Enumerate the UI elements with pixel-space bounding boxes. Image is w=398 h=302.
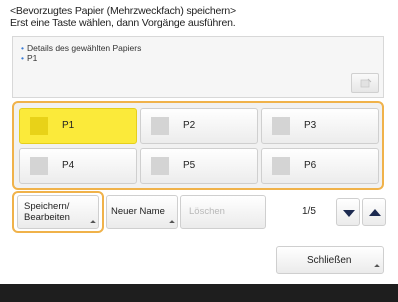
new-name-label: Neuer Name <box>111 206 165 217</box>
paper-selection-frame: P1 P2 P3 P4 P5 P6 <box>12 101 384 190</box>
paper-label: P6 <box>304 160 317 171</box>
save-edit-button[interactable]: Speichern/ Bearbeiten <box>17 195 99 229</box>
paper-button-p6[interactable]: P6 <box>261 148 379 184</box>
paper-button-p4[interactable]: P4 <box>19 148 137 184</box>
paper-label: P3 <box>304 120 317 131</box>
paper-label: P1 <box>62 120 75 131</box>
page-up-button[interactable] <box>362 198 386 226</box>
details-expand-button[interactable] <box>351 73 379 93</box>
screen-title: <Bevorzugtes Papier (Mehrzweckfach) spei… <box>10 5 236 17</box>
details-value: P1 <box>26 53 38 63</box>
page-indicator: 1/5 <box>302 206 316 217</box>
paper-swatch-icon <box>30 157 48 175</box>
paper-button-p1[interactable]: P1 <box>19 108 137 144</box>
bullet-icon: • <box>21 53 24 63</box>
details-panel: • Details des gewählten Papiers • P1 <box>12 36 384 98</box>
paper-label: P4 <box>62 160 75 171</box>
close-button[interactable]: Schließen <box>276 246 384 274</box>
delete-button[interactable]: Löschen <box>180 195 266 229</box>
details-value-row: • P1 <box>21 53 37 63</box>
status-bar <box>0 284 398 302</box>
instruction-text: Erst eine Taste wählen, dann Vorgänge au… <box>10 17 236 29</box>
arrow-down-icon <box>343 210 355 217</box>
paper-detail-icon <box>360 78 372 88</box>
save-edit-label: Speichern/ Bearbeiten <box>24 201 70 223</box>
paper-button-p5[interactable]: P5 <box>140 148 258 184</box>
paper-label: P2 <box>183 120 196 131</box>
paper-swatch-icon <box>272 117 290 135</box>
delete-label: Löschen <box>189 206 225 217</box>
page-down-button[interactable] <box>336 198 360 226</box>
paper-label: P5 <box>183 160 196 171</box>
new-name-button[interactable]: Neuer Name <box>106 195 178 229</box>
paper-swatch-icon <box>272 157 290 175</box>
paper-swatch-icon <box>151 157 169 175</box>
paper-button-p3[interactable]: P3 <box>261 108 379 144</box>
header: <Bevorzugtes Papier (Mehrzweckfach) spei… <box>10 5 390 29</box>
save-edit-label-line1: Speichern/ <box>24 201 70 212</box>
arrow-up-icon <box>369 209 381 216</box>
paper-swatch-icon <box>30 117 48 135</box>
paper-button-p2[interactable]: P2 <box>140 108 258 144</box>
submenu-arrow-icon <box>374 264 380 270</box>
details-label: Details des gewählten Papiers <box>26 43 142 53</box>
save-edit-label-line2: Bearbeiten <box>24 212 70 223</box>
paper-swatch-icon <box>151 117 169 135</box>
bullet-icon: • <box>21 43 24 53</box>
save-edit-highlight: Speichern/ Bearbeiten <box>12 191 104 233</box>
submenu-arrow-icon <box>90 220 96 226</box>
close-label: Schließen <box>307 255 352 266</box>
details-label-row: • Details des gewählten Papiers <box>21 43 141 53</box>
submenu-arrow-icon <box>169 220 175 226</box>
